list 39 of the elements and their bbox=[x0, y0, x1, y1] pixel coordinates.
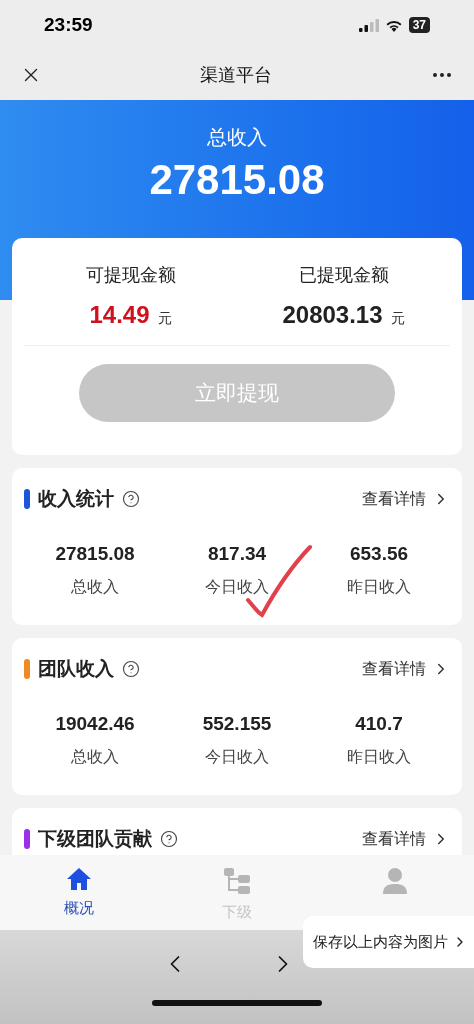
page-title: 渠道平台 bbox=[200, 63, 272, 87]
currency-unit: 元 bbox=[157, 309, 172, 328]
stat-value: 410.7 bbox=[355, 712, 403, 736]
signal-icon bbox=[358, 18, 379, 32]
balance-value: 20803.13 bbox=[282, 300, 383, 330]
person-icon bbox=[382, 867, 408, 895]
total-income-amount: 27815.08 bbox=[149, 155, 325, 205]
view-details-link[interactable]: 查看详情 bbox=[362, 657, 450, 681]
status-time: 23:59 bbox=[44, 12, 93, 37]
stat-label: 今日收入 bbox=[205, 576, 269, 597]
view-details-link[interactable]: 查看详情 bbox=[362, 827, 450, 851]
stat-label: 今日收入 bbox=[205, 746, 269, 767]
hierarchy-icon bbox=[223, 867, 251, 895]
section-title: 团队收入 bbox=[38, 656, 114, 681]
help-icon[interactable] bbox=[122, 490, 140, 508]
stat-value: 19042.46 bbox=[55, 712, 135, 736]
view-details-link[interactable]: 查看详情 bbox=[362, 487, 450, 511]
balance-value: 14.49 bbox=[89, 300, 150, 330]
stat-label: 总收入 bbox=[71, 746, 119, 767]
stat-label: 昨日收入 bbox=[347, 576, 411, 597]
help-icon[interactable] bbox=[122, 660, 140, 678]
stat-label: 总收入 bbox=[71, 576, 119, 597]
balance-label: 已提现金额 bbox=[298, 264, 389, 287]
save-as-image-popup[interactable]: 保存以上内容为图片 bbox=[303, 916, 474, 968]
total-income-label: 总收入 bbox=[207, 125, 267, 150]
stat-value: 552.155 bbox=[202, 712, 272, 736]
tab-item[interactable]: 概况 bbox=[0, 855, 158, 930]
balance-label: 可提现金额 bbox=[85, 264, 176, 287]
stat-value: 817.34 bbox=[207, 542, 267, 566]
stat-value: 653.56 bbox=[349, 542, 409, 566]
home-icon bbox=[66, 867, 92, 891]
stat-label: 昨日收入 bbox=[347, 746, 411, 767]
section-title: 下级团队贡献 bbox=[38, 826, 152, 851]
help-icon[interactable] bbox=[160, 830, 178, 848]
wifi-icon bbox=[384, 18, 403, 32]
currency-unit: 元 bbox=[390, 309, 405, 328]
section-title: 收入统计 bbox=[38, 486, 114, 511]
stat-value: 27815.08 bbox=[55, 542, 135, 566]
battery-indicator: 37 bbox=[408, 17, 430, 33]
